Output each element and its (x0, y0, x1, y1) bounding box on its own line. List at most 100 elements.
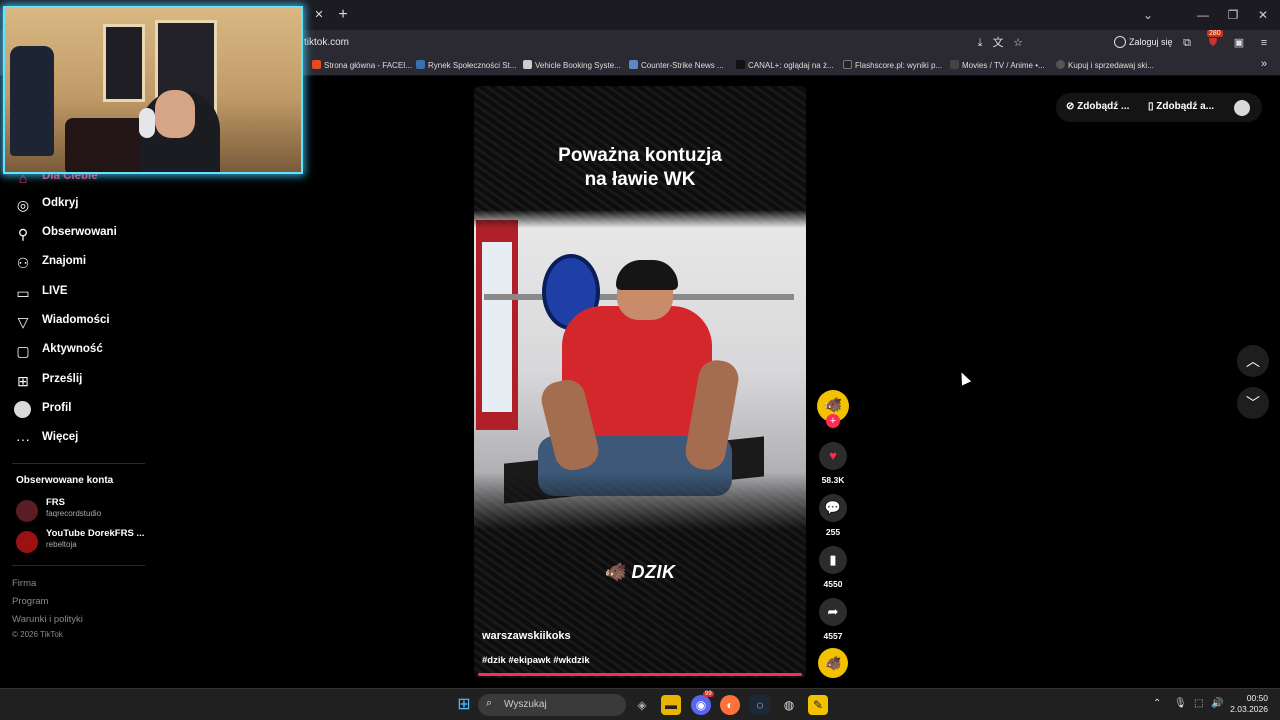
top-right-actions: ⊘ Zdobądź ... ▯ Zdobądź a... (1056, 93, 1262, 122)
video-title-line: na ławie WK (584, 169, 696, 190)
get-app-button[interactable]: ▯ Zdobądź a... (1148, 101, 1214, 112)
extension-icon[interactable]: ▣ (1231, 35, 1247, 51)
sidebar-item-upload[interactable]: ⊞ Prześlij (14, 369, 174, 393)
login-button[interactable]: Zaloguj się (1129, 37, 1173, 47)
cam-window (103, 24, 145, 102)
translate-icon[interactable]: 文 (990, 35, 1006, 51)
clock-time: 00:50 (1246, 693, 1268, 703)
url-field[interactable]: tiktok.com (304, 37, 349, 48)
new-tab-icon[interactable]: + (334, 5, 352, 25)
bookmark-favicon (629, 60, 638, 69)
close-window-icon[interactable]: ✕ (1252, 5, 1274, 25)
heart-icon: ♥ (819, 442, 847, 470)
volume-icon[interactable]: 🔊 (1211, 698, 1223, 709)
footer-link-program[interactable]: Program (12, 596, 48, 607)
footer-link-terms[interactable]: Warunki i polityki (12, 614, 83, 625)
file-explorer-icon[interactable]: ▬ (661, 695, 681, 715)
tray-chevron-up-icon[interactable]: ⌃ (1153, 698, 1161, 709)
minimize-icon[interactable]: — (1192, 5, 1214, 25)
account-handle: faqrecordstudio (46, 509, 102, 518)
sidebar-item-messages[interactable]: ▽ Wiadomości (14, 310, 174, 334)
comment-button[interactable]: 💬 255 (818, 494, 848, 537)
more-icon: ··· (16, 431, 30, 447)
bookmark-item[interactable]: CANAL+: oglądaj na ż... (736, 60, 834, 70)
sidebar-item-explore[interactable]: ◎ Odkryj (14, 193, 174, 217)
followed-account[interactable]: FRS faqrecordstudio (16, 496, 166, 522)
bookmark-item[interactable]: Counter-Strike News ... (629, 60, 724, 70)
bookmark-label: Rynek Społeczności St... (428, 61, 517, 70)
get-coins-button[interactable]: ⊘ Zdobądź ... (1066, 101, 1129, 112)
windows-start-icon[interactable]: ⊞ (454, 695, 474, 715)
sidebar-item-more[interactable]: ··· Więcej (14, 427, 174, 451)
ublock-icon[interactable]: ⛊ (1205, 35, 1221, 51)
close-tab-icon[interactable]: ✕ (310, 6, 328, 24)
bookmark-star-icon[interactable]: ☆ (1010, 35, 1026, 51)
sidebar-item-label: Więcej (42, 431, 79, 443)
restore-icon[interactable]: ❐ (1222, 5, 1244, 25)
bookmark-label: Movies / TV / Anime •... (962, 61, 1045, 70)
app-icon[interactable]: ✎ (808, 695, 828, 715)
get-coins-label: Zdobądź ... (1077, 101, 1130, 112)
share-button[interactable]: ➦ 4557 (818, 598, 848, 641)
followed-account[interactable]: YouTube DorekFRS ... rebeltoja (16, 527, 166, 553)
microphone-icon[interactable]: 🎙 (1174, 698, 1187, 709)
save-count: 4550 (823, 579, 843, 589)
network-icon[interactable]: ⬚ (1194, 698, 1203, 709)
discord-icon[interactable]: ◉ (691, 695, 711, 715)
sidebar-item-following[interactable]: ⚲ Obserwowani (14, 222, 174, 246)
bookmark-item[interactable]: Rynek Społeczności St... (416, 60, 516, 70)
app-icon[interactable]: ◍ (779, 695, 799, 715)
tab-list-chevron-icon[interactable]: ⌄ (1139, 5, 1157, 25)
sidebar-item-activity[interactable]: ▢ Aktywność (14, 339, 174, 363)
fridge-inside (482, 242, 512, 412)
sidebar-item-label: Odkryj (42, 197, 79, 209)
follow-plus-icon[interactable]: + (826, 414, 840, 428)
extensions-icon[interactable]: ⧉ (1179, 35, 1195, 51)
cam-head (155, 90, 195, 138)
steam-icon[interactable]: ◌ (750, 695, 770, 715)
bookmark-label: CANAL+: oglądaj na ż... (748, 61, 834, 70)
upload-icon: ⊞ (17, 373, 29, 389)
menu-icon[interactable]: ≡ (1256, 35, 1272, 51)
video-frame (474, 210, 806, 530)
bookmark-item[interactable]: Kupuj i sprzedawaj ski... (1056, 60, 1154, 70)
next-video-chevron-down-icon[interactable]: ﹀ (1237, 387, 1269, 419)
video-hashtags[interactable]: #dzik #ekipawk #wkdzik (482, 655, 590, 666)
previous-video-chevron-up-icon[interactable]: ︿ (1237, 345, 1269, 377)
save-button[interactable]: ▮ 4550 (818, 546, 848, 589)
video-player[interactable]: Poważna kontuzja na ławie WK 🐗 DZIK warsz… (474, 86, 806, 678)
bookmark-item[interactable]: Movies / TV / Anime •... (950, 60, 1045, 70)
comment-count: 255 (825, 527, 841, 537)
profile-icon (14, 401, 31, 418)
firefox-icon[interactable]: ◐ (720, 695, 740, 715)
music-disc-icon[interactable]: 🐗 (818, 648, 848, 678)
live-icon: ▭ (16, 285, 30, 301)
comment-icon: 💬 (819, 494, 847, 522)
share-icon: ➦ (819, 598, 847, 626)
search-placeholder: Wyszukaj (504, 699, 547, 710)
sidebar-item-friends[interactable]: ⚇ Znajomi (14, 251, 174, 275)
app-icon[interactable]: ◈ (632, 695, 652, 715)
bookmark-icon: ▮ (819, 546, 847, 574)
clock[interactable]: 00:50 2.03.2026 (1228, 693, 1268, 715)
bookmark-item[interactable]: Strona główna - FACEI... (312, 60, 412, 70)
footer-link-company[interactable]: Firma (12, 578, 36, 589)
install-app-icon[interactable]: ⤓ (972, 35, 988, 51)
activity-icon: ▢ (16, 343, 30, 359)
taskbar-search[interactable]: ⌕ Wyszukaj (478, 694, 626, 716)
more-bookmarks-icon[interactable]: » (1261, 58, 1267, 70)
bookmark-item[interactable]: Flashscore.pl: wyniki p... (843, 60, 942, 70)
video-progress-bar[interactable] (478, 673, 802, 676)
like-button[interactable]: ♥ 58.3K (818, 442, 848, 485)
bookmark-favicon (1056, 60, 1065, 69)
sidebar-item-profile[interactable]: Profil (14, 398, 174, 422)
bookmark-favicon (736, 60, 745, 69)
account-icon[interactable] (1114, 36, 1126, 48)
video-title-line: Poważna kontuzja (558, 145, 722, 166)
bookmark-item[interactable]: Vehicle Booking Syste... (523, 60, 621, 70)
user-avatar[interactable] (1234, 100, 1250, 116)
sidebar-item-live[interactable]: ▭ LIVE (14, 281, 174, 305)
cam-headset (139, 108, 155, 138)
sidebar-divider (12, 463, 145, 464)
video-author[interactable]: warszawskiikoks (482, 630, 571, 642)
